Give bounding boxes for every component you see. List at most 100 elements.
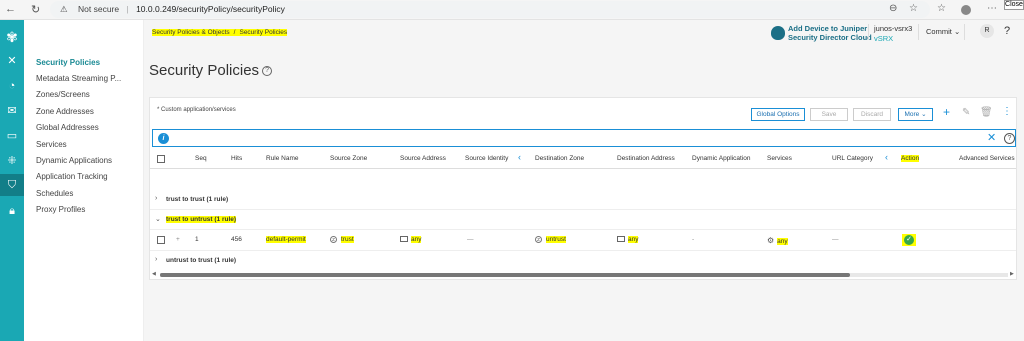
dynamic-application-cell: - (692, 236, 695, 243)
select-all-checkbox[interactable] (157, 155, 165, 163)
browser-toolbar: ← ↻ ⚠ Not secure | 10.0.0.249/securityPo… (0, 0, 1024, 20)
column-source-zone[interactable]: Source Zone (330, 155, 367, 162)
favorite-star-icon[interactable]: ☆ (909, 3, 918, 14)
zoom-icon[interactable]: ⊖ (889, 3, 897, 14)
dashboard-icon[interactable]: ◔ (0, 75, 24, 97)
network-icon[interactable]: ⁜ (0, 150, 24, 172)
destination-address-cell[interactable]: any (617, 236, 639, 243)
chevron-left-icon[interactable]: ‹ (518, 152, 521, 162)
column-hits[interactable]: Hits (231, 155, 242, 162)
column-dynamic-application[interactable]: Dynamic Application (692, 155, 751, 162)
column-advanced-services[interactable]: Advanced Services (959, 155, 1015, 162)
table-row[interactable]: + 1 456 default-permit Ztrust any — Zunt… (150, 230, 1016, 251)
global-options-button[interactable]: Global Options (751, 108, 805, 121)
close-tooltip: Close (1004, 0, 1024, 10)
address-bar[interactable]: ⚠ Not secure | 10.0.0.249/securityPolicy… (50, 1, 930, 18)
column-services[interactable]: Services (767, 155, 792, 162)
chevron-right-icon[interactable]: › (155, 195, 157, 202)
scrollbar-thumb[interactable] (160, 273, 850, 277)
page-title-text: Security Policies (149, 62, 260, 79)
column-destination-address[interactable]: Destination Address (617, 155, 675, 162)
destination-address-value: any (628, 236, 639, 243)
scroll-left-icon[interactable]: ◀ (152, 271, 156, 277)
hits-cell: 456 (231, 236, 242, 243)
sidebar-item-security-policies[interactable]: Security Policies (36, 58, 100, 67)
favorites-icon[interactable]: ☆ (937, 3, 946, 14)
commit-menu[interactable]: Commit ⌄ (926, 27, 960, 36)
more-button[interactable]: More ⌄ (898, 108, 933, 121)
chevron-left-icon[interactable]: ‹ (885, 152, 888, 162)
logo-icon: ✾ (6, 29, 18, 45)
zone-pair-group[interactable]: › untrust to trust (1 rule) (150, 251, 1016, 271)
sidebar-item-dynamic-applications[interactable]: Dynamic Applications (36, 156, 112, 165)
scroll-right-icon[interactable]: ▶ (1010, 271, 1014, 277)
monitor-icon[interactable]: ✉ (0, 100, 24, 122)
chevron-right-icon[interactable]: › (155, 256, 157, 263)
device-selector[interactable]: junos-vsrx3 vSRX (874, 24, 912, 44)
add-icon[interactable]: + (943, 105, 950, 119)
gear-icon: ⚙ (767, 236, 775, 245)
commit-label: Commit (926, 27, 952, 36)
column-seq[interactable]: Seq (195, 155, 207, 162)
sidebar-item-application-tracking[interactable]: Application Tracking (36, 172, 108, 181)
help-icon[interactable]: ? (1004, 25, 1010, 37)
source-zone-cell[interactable]: Ztrust (330, 236, 354, 244)
edit-pencil-icon[interactable]: ✎ (962, 107, 970, 118)
save-button[interactable]: Save (810, 108, 848, 121)
cloud-link-line1: Add Device to Juniper (788, 24, 868, 33)
devices-icon[interactable]: ▭ (0, 125, 24, 147)
expand-row-icon[interactable]: + (176, 236, 180, 243)
info-icon[interactable]: i (158, 133, 169, 144)
sidebar-item-zone-addresses[interactable]: Zone Addresses (36, 107, 94, 116)
back-icon[interactable]: ← (5, 3, 16, 15)
column-url-category[interactable]: URL Category (832, 155, 873, 162)
source-address-cell[interactable]: any (400, 236, 422, 243)
sidebar: Security Policies Metadata Streaming P..… (24, 20, 144, 341)
column-source-address[interactable]: Source Address (400, 155, 446, 162)
group-label: untrust to trust (1 rule) (166, 257, 237, 264)
sidebar-item-proxy-profiles[interactable]: Proxy Profiles (36, 205, 85, 214)
destination-zone-cell[interactable]: Zuntrust (535, 236, 566, 244)
menu-dots-icon[interactable]: ⋯ (987, 3, 997, 14)
sidebar-item-global-addresses[interactable]: Global Addresses (36, 123, 99, 132)
horizontal-scrollbar[interactable]: ◀ ▶ (152, 271, 1016, 278)
column-action[interactable]: Action (901, 155, 920, 162)
column-source-identity[interactable]: Source Identity (465, 155, 508, 162)
sidebar-item-zones-screens[interactable]: Zones/Screens (36, 90, 90, 99)
address-icon (400, 236, 408, 243)
column-rule-name[interactable]: Rule Name (266, 155, 299, 162)
close-icon[interactable]: ✕ (0, 50, 24, 72)
lock-icon[interactable]: 🔒︎ (0, 200, 24, 222)
help-circle-icon[interactable]: ? (262, 66, 273, 77)
column-destination-zone[interactable]: Destination Zone (535, 155, 584, 162)
filter-help-icon[interactable]: ? (1004, 133, 1015, 144)
more-vertical-icon[interactable]: ⋮ (1002, 106, 1012, 117)
discard-button[interactable]: Discard (853, 108, 891, 121)
cloud-link-line2: Security Director Cloud (788, 33, 872, 42)
user-avatar[interactable]: R (980, 24, 994, 38)
sidebar-item-metadata-streaming[interactable]: Metadata Streaming P... (36, 74, 121, 83)
grid-header: Seq Hits Rule Name Source Zone Source Ad… (150, 149, 1016, 169)
device-name: junos-vsrx3 (874, 24, 913, 33)
security-policy-icon[interactable]: ⛉ (0, 174, 24, 196)
sidebar-item-services[interactable]: Services (36, 140, 67, 149)
services-cell[interactable]: ⚙ any (767, 236, 788, 245)
group-label: trust to trust (1 rule) (166, 196, 229, 203)
zone-pair-group[interactable]: ⌄ trust to untrust (1 rule) (150, 210, 1016, 230)
reload-icon[interactable]: ↻ (31, 3, 40, 16)
browser-profile-avatar[interactable] (961, 5, 971, 15)
destination-zone-value: untrust (546, 236, 566, 244)
zone-pair-group[interactable]: › trust to trust (1 rule) (150, 190, 1016, 210)
filter-bar[interactable]: i ✕ ? (152, 129, 1016, 147)
add-device-cloud-link[interactable]: Add Device to Juniper Security Director … (788, 24, 872, 42)
chevron-down-icon[interactable]: ⌄ (155, 215, 161, 223)
breadcrumb-parent[interactable]: Security Policies & Objects (152, 29, 230, 36)
page-title: Security Policies? (149, 62, 273, 79)
clear-filter-icon[interactable]: ✕ (987, 131, 996, 144)
group-label: trust to untrust (1 rule) (166, 216, 237, 223)
action-cell[interactable]: ✓ (902, 234, 916, 246)
rule-name-cell[interactable]: default-permit (266, 236, 306, 243)
delete-trash-icon[interactable]: 🗑︎ (980, 107, 993, 118)
row-checkbox[interactable] (157, 236, 165, 244)
sidebar-item-schedules[interactable]: Schedules (36, 189, 73, 198)
